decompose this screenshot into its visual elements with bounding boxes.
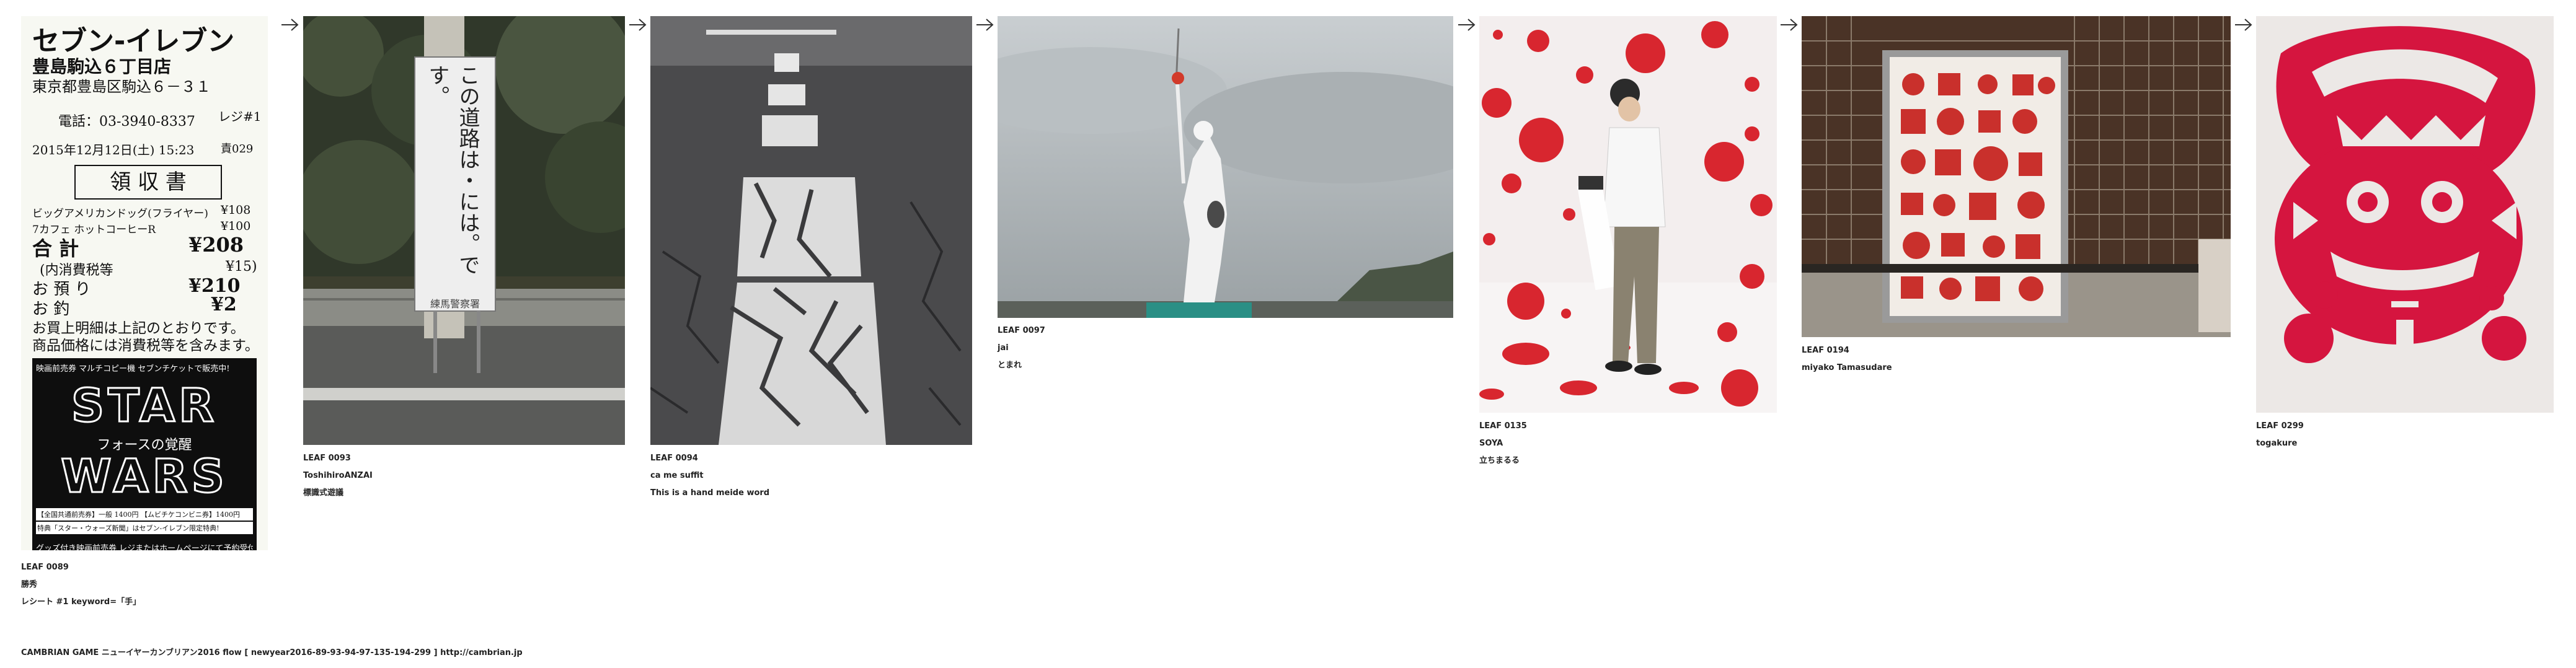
receipt-note2: 商品価格には消費税等を含みます。 [32,338,259,354]
receipt-logo: セブン-イレブン [32,25,235,57]
ad-bottom: グッズ付き映画前売券 レジまたはホームページにて予約受付中! [36,544,253,550]
ad-price: 【全国共通前売券】一般 1400円 【ムビチケコンビニ券】1400円 [36,508,253,521]
receipt-item2-price: ¥100 [221,219,251,233]
receipt-address: 東京都豊島区駒込６－３１ [32,78,211,95]
ad-top: 映画前売券 マルチコピー機 セブンチケットで販売中! [36,364,230,374]
receipt-change: ¥2 [211,294,237,315]
receipt-total: ¥208 [188,233,244,257]
leaf-0097-caption: LEAF 0097 jai とまれ [998,322,1045,374]
ad-title-star: STAR [70,379,218,434]
leaf-comment: 標識式遊議 [303,488,344,498]
leaf-author[interactable]: SOYA [1479,435,1527,452]
leaf-0194-caption: LEAF 0194 miyako Tamasudare [1802,342,1892,377]
receipt-phone: 電話：03-3940-8337 [58,114,195,130]
leaf-id[interactable]: LEAF 0093 [303,450,373,467]
leaf-id[interactable]: LEAF 0094 [650,450,769,467]
arrow-right-icon [281,19,299,31]
leaf-comment: 立ちまるる [1479,456,1520,465]
leaf-0135-caption: LEAF 0135 SOYA 立ちまるる [1479,418,1527,470]
receipt-register: レジ#1 [218,109,262,124]
star-wars-ad: 映画前売券 マルチコピー機 セブンチケットで販売中! STAR フォースの覚醒 … [32,358,257,550]
leaf-author[interactable]: togakure [2256,435,2304,452]
leaf-id[interactable]: LEAF 0089 [21,559,141,576]
leaf-0299-image[interactable] [2256,16,2554,413]
leaf-author[interactable]: 勝秀 [21,576,141,594]
ad-title-wars: WARS [60,449,228,504]
leaf-0135-image[interactable] [1479,16,1777,413]
leaf-comment: レシート #1 keyword=「手」 [21,597,141,607]
leaf-comment: This is a hand meide word [650,488,770,498]
arrow-right-icon [2235,19,2252,31]
receipt-total-label: 合 計 [32,237,79,260]
receipt-item1-price: ¥108 [221,203,251,217]
arrow-right-icon [1781,19,1798,31]
leaf-id[interactable]: LEAF 0299 [2256,418,2304,435]
receipt-title-box: 領 収 書 [74,165,222,200]
leaf-id[interactable]: LEAF 0097 [998,322,1045,340]
leaf-0093-caption: LEAF 0093 ToshihiroANZAI 標識式遊議 [303,450,373,502]
leaf-0094-image[interactable] [650,16,972,445]
leaf-0299-caption: LEAF 0299 togakure [2256,418,2304,452]
page-footer: CAMBRIAN GAME ニューイヤーカンブリアン2016 flow [ ne… [21,648,523,657]
leaf-id[interactable]: LEAF 0135 [1479,418,1527,435]
leaf-0094-caption: LEAF 0094 ca me suffit This is a hand me… [650,450,769,502]
receipt-title: 領 収 書 [110,170,187,195]
leaf-flow: セブン-イレブン 豊島駒込６丁目店 東京都豊島区駒込６－３１ 電話：03-394… [0,0,2576,620]
leaf-0097-image[interactable] [998,16,1453,318]
arrow-right-icon [976,19,994,31]
leaf-comment: とまれ [998,361,1022,370]
receipt-item1: ビッグアメリカンドッグ(フライヤー) [32,208,208,220]
receipt-datetime: 2015年12月12日(土) 15:23 [32,143,195,157]
receipt-tax: ¥15) [226,259,257,275]
ad-bonus: 特典「スター・ウォーズ新聞」はセブン-イレブン限定特典! [36,522,253,534]
arrow-right-icon [1458,19,1476,31]
sign-text: この道路は・には。です。 [425,64,480,275]
leaf-0089-image[interactable]: セブン-イレブン 豊島駒込６丁目店 東京都豊島区駒込６－３１ 電話：03-394… [21,16,268,550]
leaf-author[interactable]: jai [998,340,1045,357]
leaf-0194-image[interactable] [1802,16,2231,337]
leaf-author[interactable]: miyako Tamasudare [1802,359,1892,377]
leaf-author[interactable]: ToshihiroANZAI [303,467,373,485]
arrow-right-icon [629,19,647,31]
receipt-staff: 責029 [221,143,254,156]
leaf-author[interactable]: ca me suffit [650,467,769,485]
leaf-0089-caption: LEAF 0089 勝秀 レシート #1 keyword=「手」 [21,559,141,611]
leaf-id[interactable]: LEAF 0194 [1802,342,1892,359]
